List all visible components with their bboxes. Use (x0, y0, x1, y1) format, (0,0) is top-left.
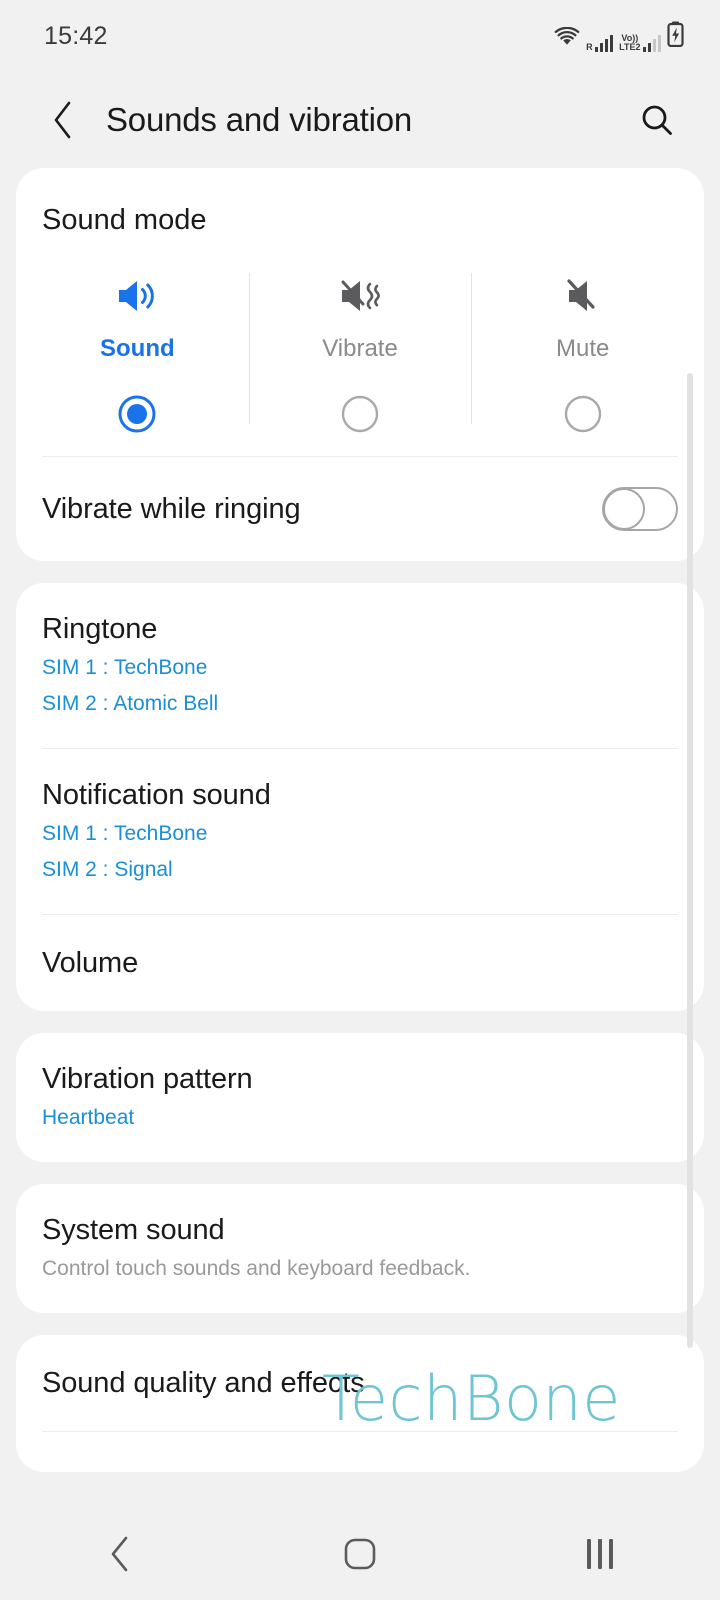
row-title: Sound quality and effects (42, 1366, 365, 1399)
vibration-pattern-value: Heartbeat (42, 1106, 135, 1129)
sound-mode-options: Sound Vibrate Mute (16, 237, 704, 456)
roaming-signal-icon: R (586, 34, 614, 52)
speaker-mute-icon (560, 271, 606, 321)
row-vibration-pattern[interactable]: Vibration pattern Heartbeat (16, 1033, 704, 1162)
nav-recents-icon[interactable] (540, 1508, 660, 1600)
sound-mode-label-sound: Sound (100, 335, 175, 362)
app-bar: Sounds and vibration (0, 72, 720, 168)
volte-lte2-signal-icon: Vo)) LTE2 (619, 33, 661, 52)
nav-back-icon[interactable] (60, 1508, 180, 1600)
vibrate-while-ringing-toggle[interactable] (602, 487, 678, 531)
sound-mode-card: Sound mode Sound Vibrate Mute Vibrate wh… (16, 168, 704, 561)
settings-list: Sound mode Sound Vibrate Mute Vibrate wh… (0, 168, 720, 1472)
sound-mode-option-vibrate[interactable]: Vibrate (248, 271, 472, 440)
sound-mode-radio-sound[interactable] (116, 393, 158, 440)
page-title: Sounds and vibration (106, 101, 413, 138)
row-ringtone[interactable]: Ringtone SIM 1 : TechBone SIM 2 : Atomic… (16, 583, 704, 748)
back-chevron-icon[interactable] (34, 91, 92, 149)
vibration-pattern-card: Vibration pattern Heartbeat (16, 1033, 704, 1162)
row-title: Ringtone (42, 613, 158, 645)
navigation-bar (0, 1508, 720, 1600)
nav-home-icon[interactable] (300, 1508, 420, 1600)
notification-sim2-value: SIM 2 : Signal (42, 858, 173, 881)
sound-mode-label-mute: Mute (556, 335, 610, 362)
sound-sources-card: Ringtone SIM 1 : TechBone SIM 2 : Atomic… (16, 583, 704, 1011)
system-sound-description: Control touch sounds and keyboard feedba… (42, 1257, 471, 1280)
ringtone-sim2-value: SIM 2 : Atomic Bell (42, 692, 219, 715)
phone-screen: 15:42 R Vo)) LTE2 Sounds and vibration S… (0, 0, 720, 1600)
sound-mode-label-vibrate: Vibrate (322, 335, 398, 362)
ringtone-sim1-value: SIM 1 : TechBone (42, 656, 208, 679)
status-icon-group: R Vo)) LTE2 (554, 21, 684, 52)
row-title: Notification sound (42, 779, 271, 811)
speaker-vibrate-icon (337, 271, 383, 321)
row-title: Vibrate while ringing (42, 492, 301, 525)
scrollbar[interactable] (687, 373, 693, 1348)
row-title: Volume (42, 946, 139, 979)
search-icon[interactable] (628, 91, 686, 149)
sound-mode-option-sound[interactable]: Sound (26, 271, 249, 440)
battery-charging-icon (667, 21, 684, 52)
status-clock: 15:42 (44, 21, 108, 50)
speaker-on-icon (114, 271, 160, 321)
sound-mode-radio-vibrate[interactable] (339, 393, 381, 440)
row-notification-sound[interactable]: Notification sound SIM 1 : TechBone SIM … (16, 749, 704, 914)
row-partial-cutoff (16, 1432, 704, 1472)
row-vibrate-while-ringing[interactable]: Vibrate while ringing (16, 457, 704, 561)
row-volume[interactable]: Volume (16, 915, 704, 1011)
system-sound-card: System sound Control touch sounds and ke… (16, 1184, 704, 1313)
row-title: Vibration pattern (42, 1063, 253, 1095)
sound-quality-card: Sound quality and effects (16, 1335, 704, 1472)
sound-mode-option-mute[interactable]: Mute (471, 271, 694, 440)
wifi-icon (554, 26, 580, 52)
status-bar: 15:42 R Vo)) LTE2 (0, 0, 720, 72)
sound-mode-title: Sound mode (42, 204, 207, 236)
row-sound-quality[interactable]: Sound quality and effects (16, 1335, 704, 1431)
row-title: System sound (42, 1214, 225, 1246)
sound-mode-radio-mute[interactable] (562, 393, 604, 440)
toggle-knob (603, 488, 645, 530)
notification-sim1-value: SIM 1 : TechBone (42, 822, 208, 845)
roaming-label: R (586, 41, 593, 52)
row-system-sound[interactable]: System sound Control touch sounds and ke… (16, 1184, 704, 1313)
network-label: LTE2 (619, 41, 641, 52)
